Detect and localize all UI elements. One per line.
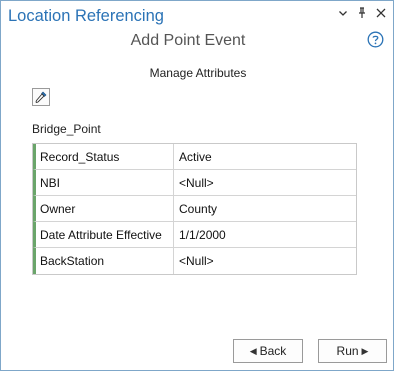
- field-name: Date Attribute Effective: [36, 222, 174, 247]
- field-value[interactable]: Active: [174, 144, 356, 169]
- back-button-label: Back: [259, 344, 287, 358]
- pane-controls: [337, 6, 387, 20]
- section-subtitle: Manage Attributes: [149, 66, 247, 80]
- close-icon[interactable]: [375, 6, 387, 20]
- select-feature-button[interactable]: [32, 88, 50, 106]
- pane-title: Location Referencing: [8, 7, 164, 25]
- field-name: NBI: [36, 170, 174, 195]
- table-row: BackStation <Null>: [33, 248, 356, 274]
- field-name: BackStation: [36, 248, 174, 274]
- run-button-label: Run: [336, 344, 359, 358]
- field-name: Owner: [36, 196, 174, 221]
- field-name: Record_Status: [36, 144, 174, 169]
- layer-name: Bridge_Point: [32, 122, 101, 136]
- back-button[interactable]: ◀ Back: [233, 339, 303, 363]
- table-row: Date Attribute Effective 1/1/2000: [33, 222, 356, 248]
- chevron-down-icon[interactable]: [337, 6, 349, 20]
- pin-icon[interactable]: [356, 6, 368, 20]
- run-button[interactable]: Run ▶: [318, 339, 387, 363]
- attributes-table: Record_Status Active NBI <Null> Owner Co…: [32, 143, 357, 275]
- tool-title: Add Point Event: [130, 32, 246, 49]
- field-value[interactable]: 1/1/2000: [174, 222, 356, 247]
- field-value[interactable]: County: [174, 196, 356, 221]
- table-row: Owner County: [33, 196, 356, 222]
- table-row: NBI <Null>: [33, 170, 356, 196]
- field-value[interactable]: <Null>: [174, 248, 356, 274]
- back-arrow-icon: ◀: [249, 345, 257, 356]
- help-circle-icon[interactable]: [367, 31, 384, 48]
- eyedropper-icon: [35, 91, 47, 104]
- field-value[interactable]: <Null>: [174, 170, 356, 195]
- location-referencing-pane: Location Referencing Add Point Event Man…: [0, 0, 394, 371]
- run-arrow-icon: ▶: [361, 345, 369, 356]
- table-row: Record_Status Active: [33, 144, 356, 170]
